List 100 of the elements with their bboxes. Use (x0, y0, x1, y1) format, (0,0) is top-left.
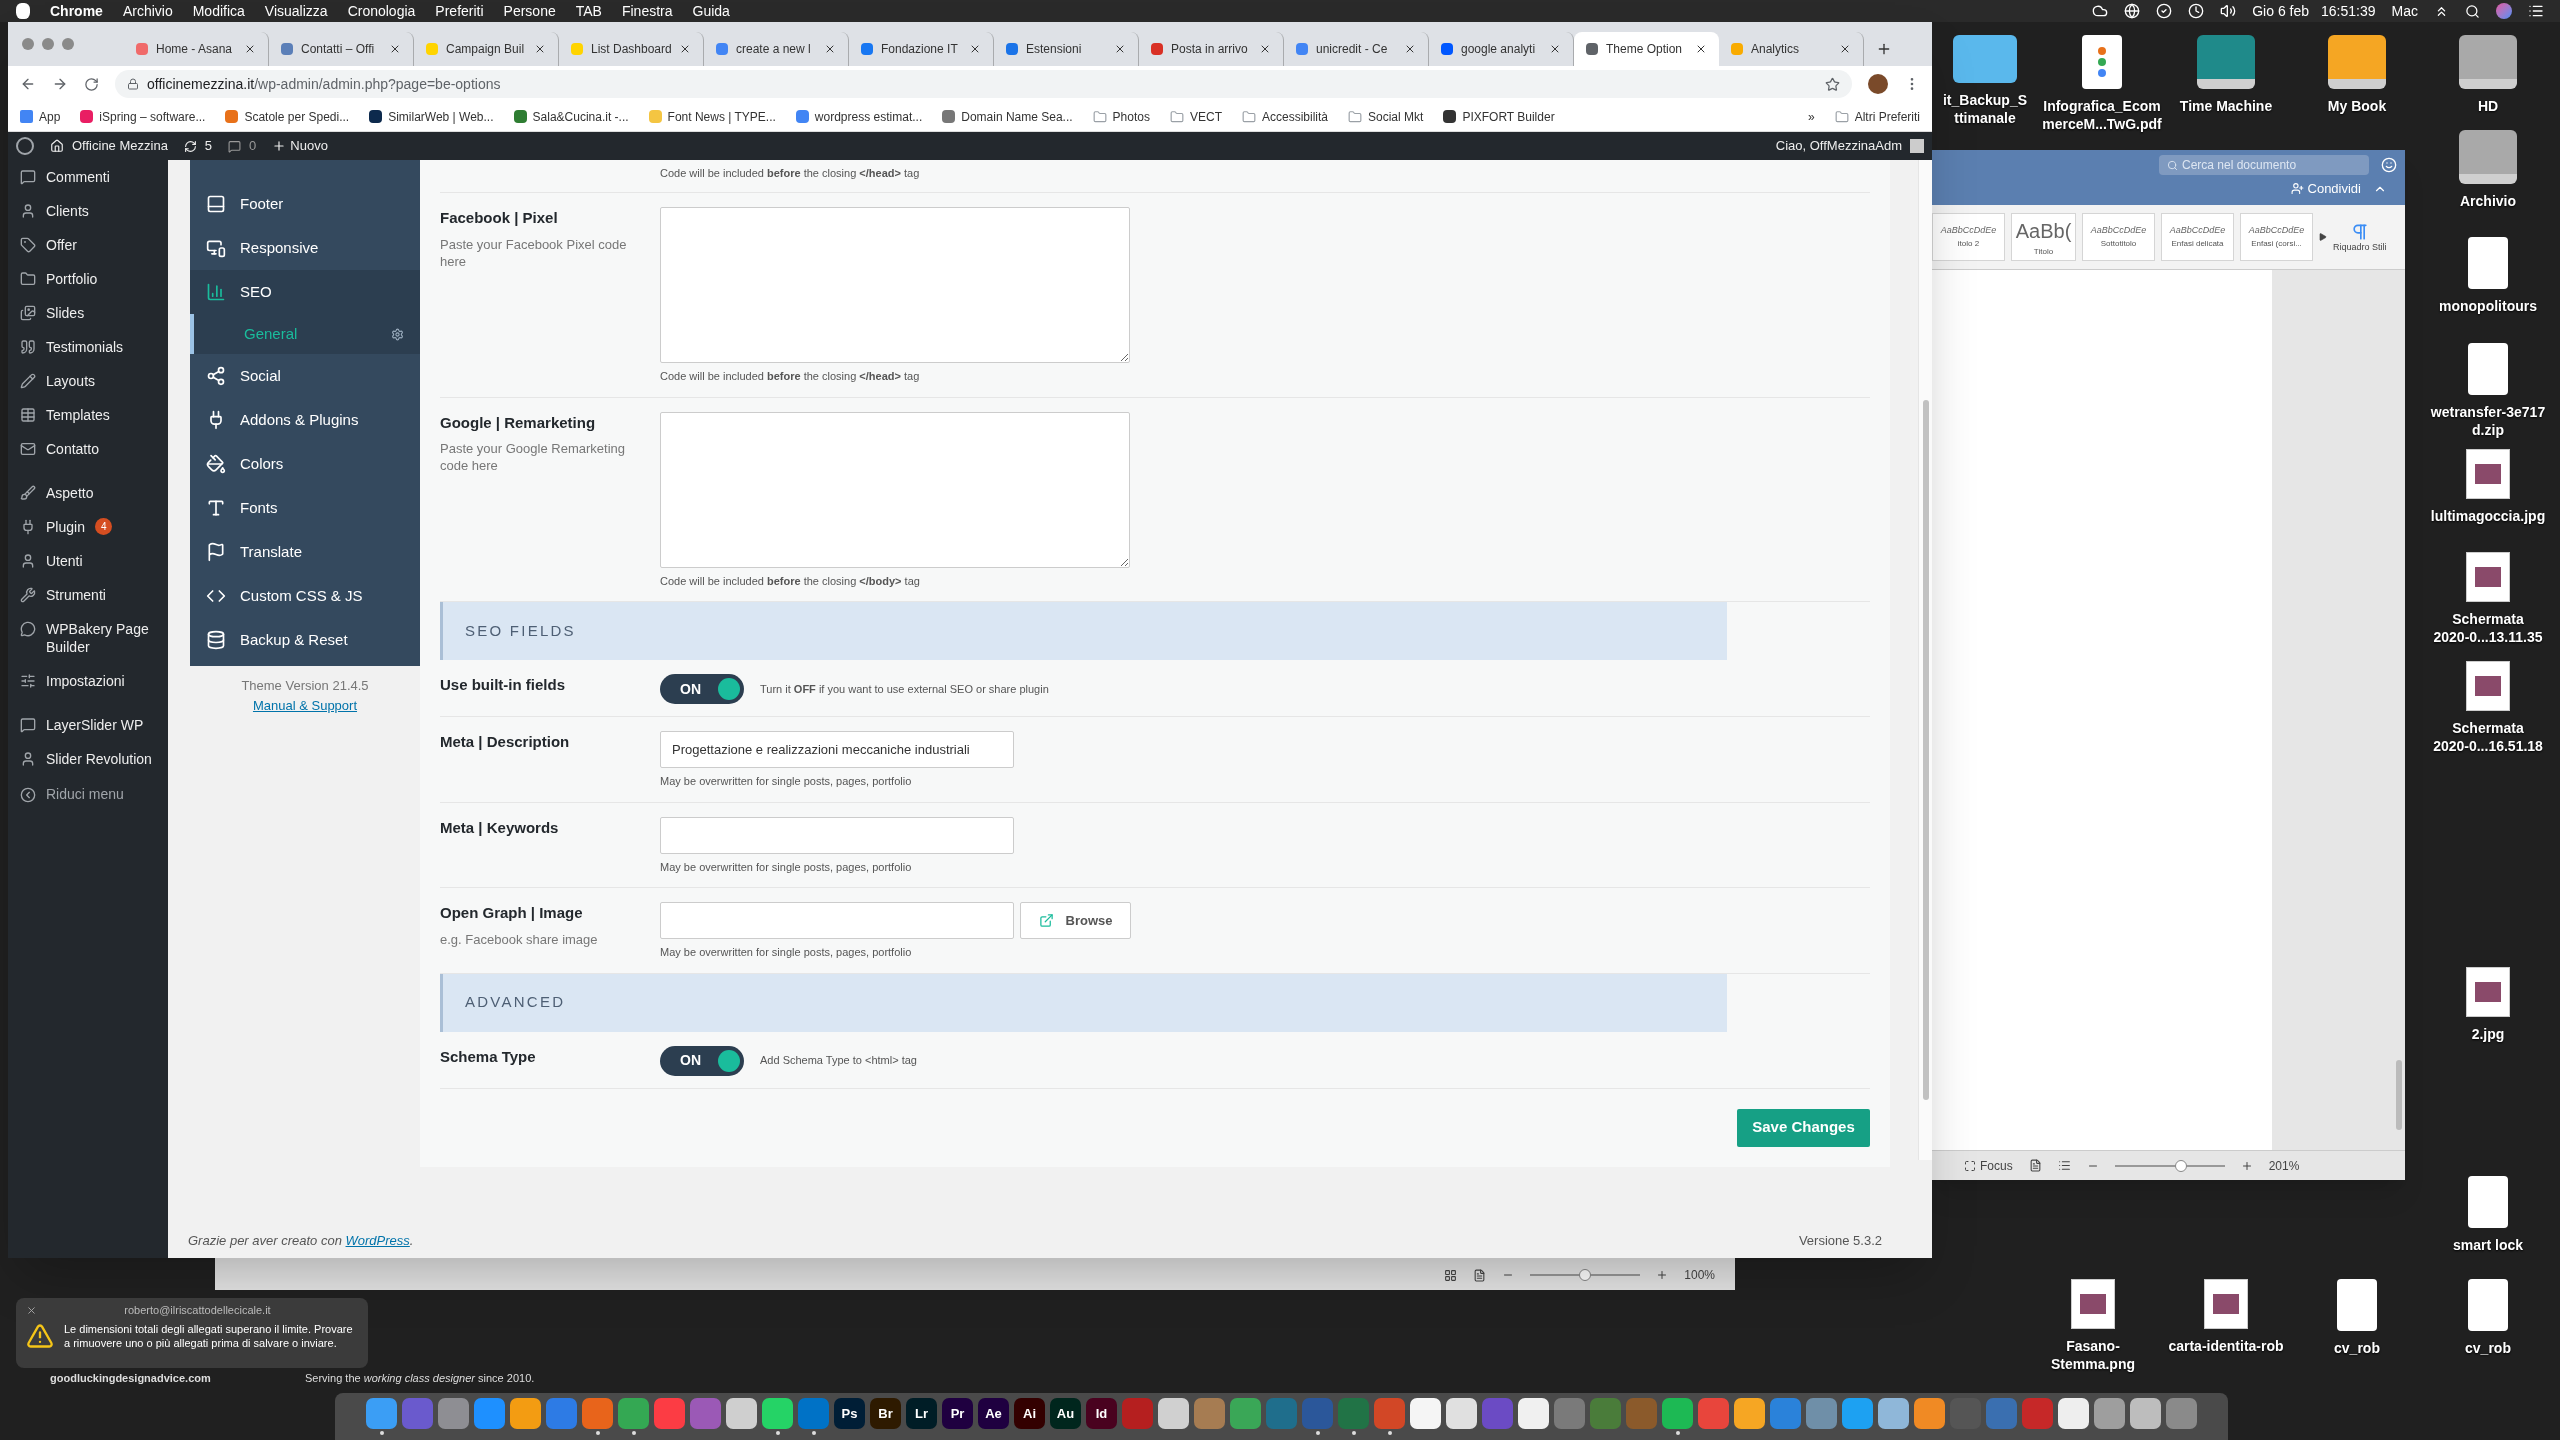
sidebar-item[interactable]: Testimonials (8, 330, 168, 364)
site-link[interactable]: Officine Mezzina (50, 136, 168, 156)
desktop-icon-label[interactable]: wetransfer-3e717 d.zip (2430, 403, 2546, 439)
close-tab-icon[interactable] (1114, 43, 1126, 55)
dock-app-icon[interactable]: Ai (1014, 1398, 1045, 1429)
volume-icon[interactable] (2220, 3, 2237, 19)
text-input[interactable]: Progettazione e realizzazioni meccaniche industriali (660, 731, 1014, 768)
sidebar-item[interactable]: LayerSlider WP (8, 708, 168, 742)
dock-app-icon[interactable]: Au (1050, 1398, 1081, 1429)
dock-app-icon[interactable] (1878, 1398, 1909, 1429)
menu-date[interactable]: Gio 6 feb (2252, 0, 2310, 22)
search-icon[interactable] (2465, 3, 2480, 19)
options-nav-item[interactable]: Fonts (190, 486, 420, 530)
menu-user[interactable]: Mac (2391, 0, 2418, 22)
close-tab-icon[interactable] (1839, 43, 1851, 55)
minimize-window-icon[interactable] (42, 38, 54, 50)
dock-app-icon[interactable] (1410, 1398, 1441, 1429)
desktop-icon-label[interactable]: My Book (2327, 97, 2387, 115)
options-nav-item[interactable]: Social (190, 354, 420, 398)
desktop-icon-label[interactable]: lultimagoccia.jpg (2430, 507, 2546, 525)
bookmark-item[interactable]: iSpring – software... (80, 107, 206, 126)
bookmark-item[interactable]: Domain Name Sea... (942, 107, 1073, 126)
bookmark-item[interactable]: Social Mkt (1348, 107, 1424, 126)
close-tab-icon[interactable] (1404, 43, 1416, 55)
toggle-switch[interactable]: ON (660, 1045, 744, 1076)
desktop-icon-label[interactable]: Archivio (2460, 192, 2516, 210)
desktop-icon-label[interactable]: monopolitours (2439, 297, 2537, 315)
close-tab-icon[interactable] (679, 43, 691, 55)
zoom-slider[interactable] (1530, 1269, 1641, 1281)
browser-tab[interactable]: Theme Option (1574, 32, 1719, 66)
wordpress-link[interactable]: WordPress (345, 1232, 410, 1248)
close-tab-icon[interactable] (1695, 43, 1707, 55)
options-nav-item[interactable]: Custom CSS & JS (190, 574, 420, 618)
dock-app-icon[interactable]: Lr (906, 1398, 937, 1429)
close-tab-icon[interactable] (534, 43, 546, 55)
bookmark-item[interactable]: wordpress estimat... (795, 107, 923, 126)
bookmark-item[interactable]: Scatole per Spedi... (225, 107, 350, 126)
style-preset[interactable]: AaBbCcDdEe Enfasi (corsi... (2240, 213, 2313, 261)
toggle-switch[interactable]: ON (660, 674, 744, 704)
dock-app-icon[interactable] (2094, 1398, 2125, 1429)
dock-app-icon[interactable] (762, 1398, 793, 1429)
sidebar-item[interactable]: Portfolio (8, 262, 168, 296)
zoom-in-icon[interactable] (1656, 1269, 1669, 1281)
bookmark-star-icon[interactable] (1825, 76, 1840, 92)
comments-link[interactable]: 0 (228, 136, 257, 156)
sidebar-item[interactable]: Contatto (8, 432, 168, 466)
outline-icon[interactable] (2057, 1159, 2071, 1172)
desktop-icon-label[interactable]: Schermata 2020-0...13.11.35 (2433, 610, 2543, 646)
bookmark-item[interactable]: VECT (1169, 107, 1222, 126)
menu-item[interactable]: Guida (692, 0, 730, 22)
dock-app-icon[interactable]: Ae (978, 1398, 1009, 1429)
account-link[interactable]: Ciao, OffMezzinaAdm (1775, 136, 1924, 156)
dock-app-icon[interactable] (1914, 1398, 1945, 1429)
bookmark-item[interactable]: Font News | TYPE... (648, 107, 776, 126)
bookmark-item[interactable]: Sala&Cucina.it -... (513, 107, 629, 126)
menu-app-name[interactable]: Chrome (50, 0, 103, 22)
sidebar-item[interactable]: Slides (8, 296, 168, 330)
wordpress-logo-icon[interactable] (16, 137, 34, 155)
options-nav-item[interactable]: SEO (190, 270, 420, 314)
collapse-menu-button[interactable]: Riduci menu (8, 776, 168, 813)
image-url-input[interactable] (660, 902, 1014, 939)
menu-item[interactable]: Archivio (122, 0, 173, 22)
more-bookmarks[interactable]: » (1807, 107, 1815, 126)
desktop-icon-label[interactable]: it_Backup_S ttimanale (1943, 91, 2028, 127)
desktop-icon-label[interactable]: cv_rob (2465, 1339, 2511, 1357)
desktop-icon-label[interactable]: smart lock (2453, 1236, 2524, 1254)
sidebar-item[interactable]: Clients (8, 194, 168, 228)
address-bar[interactable]: officinemezzina.it/wp-admin/admin.php?page=be-options (115, 70, 1852, 98)
share-button[interactable]: Condividi (2290, 179, 2361, 199)
style-preset[interactable]: AaBbCcDdEe Enfasi delicata (2161, 213, 2234, 261)
desktop-icon-label[interactable]: carta-identita-rob (2168, 1337, 2284, 1355)
reload-icon[interactable] (84, 76, 99, 92)
dock-app-icon[interactable] (1734, 1398, 1765, 1429)
smiley-icon[interactable] (2381, 157, 2397, 173)
style-preset[interactable]: AaBbCcDdEe Sottotitolo (2082, 213, 2155, 261)
desktop-icon-label[interactable]: Fasano- Stemma.png (2051, 1337, 2135, 1373)
dock-app-icon[interactable] (510, 1398, 541, 1429)
dock-app-icon[interactable] (2058, 1398, 2089, 1429)
desktop-icon-label[interactable]: HD (2477, 97, 2499, 115)
menu-item[interactable]: Persone (503, 0, 556, 22)
sidebar-item[interactable]: WPBakery Page Builder (8, 612, 168, 664)
options-nav-item[interactable]: Colors (190, 442, 420, 486)
zoom-thumb[interactable] (1579, 1269, 1592, 1281)
dock-app-icon[interactable] (1446, 1398, 1477, 1429)
dock-app-icon[interactable]: Ps (834, 1398, 865, 1429)
zoom-window-icon[interactable] (62, 38, 74, 50)
sidebar-item[interactable]: Aspetto (8, 476, 168, 510)
sidebar-item[interactable]: Slider Revolution (8, 742, 168, 776)
style-preset[interactable]: AaBb( Titolo (2011, 213, 2076, 261)
options-nav-item[interactable]: Backup & Reset (190, 618, 420, 662)
desktop-icon-label[interactable]: cv_rob (2334, 1339, 2380, 1357)
menu-item[interactable]: Cronologia (347, 0, 416, 22)
menu-item[interactable]: Modifica (192, 0, 245, 22)
support-link[interactable]: Manual & Support (190, 695, 420, 715)
close-tab-icon[interactable] (824, 43, 836, 55)
more-styles-icon[interactable] (2319, 233, 2327, 241)
options-nav-item[interactable]: Addons & Plugins (190, 398, 420, 442)
print-layout-icon[interactable] (2028, 1159, 2042, 1172)
dock-app-icon[interactable] (1518, 1398, 1549, 1429)
desktop-icon-label[interactable]: Time Machine (2179, 97, 2273, 115)
